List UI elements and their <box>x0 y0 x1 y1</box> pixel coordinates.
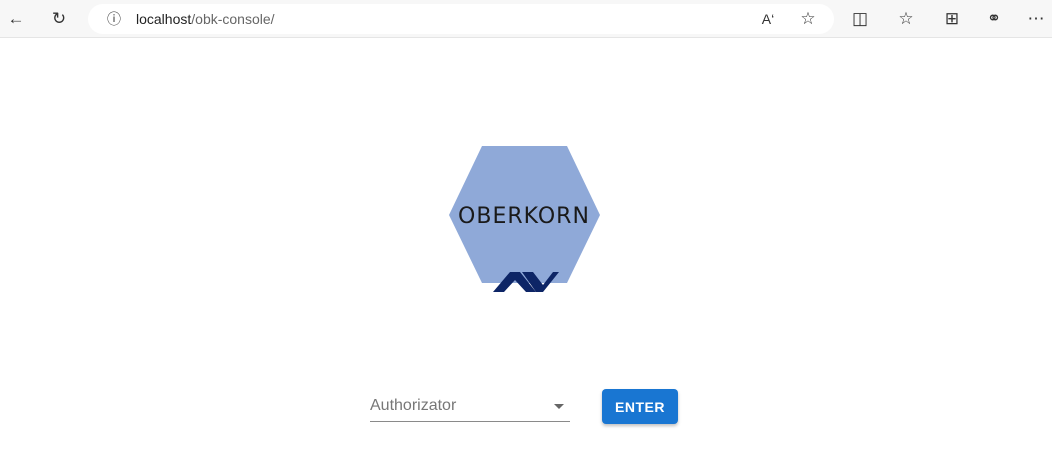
favorites-icon[interactable]: ☆ <box>894 7 918 31</box>
browser-toolbar: ← ↻ ⓘ localhost/obk-console/ A‘ ☆ ◫ ☆ ⊞ … <box>0 0 1052 38</box>
enter-button[interactable]: ENTER <box>602 389 678 424</box>
address-bar[interactable]: ⓘ localhost/obk-console/ A‘ ☆ <box>88 4 834 34</box>
back-icon[interactable]: ← <box>4 7 28 31</box>
collections-icon[interactable]: ⊞ <box>940 7 964 31</box>
refresh-icon[interactable]: ↻ <box>47 7 71 31</box>
info-icon[interactable]: ⓘ <box>102 7 126 31</box>
logo-text: OBERKORN <box>458 204 590 229</box>
authorizator-label: Authorizator <box>370 397 457 414</box>
url-host: localhost <box>136 11 192 27</box>
authorizator-select[interactable]: Authorizator <box>370 392 570 422</box>
oberkorn-logo: OBERKORN <box>449 146 600 292</box>
dropdown-arrow-icon <box>554 404 564 409</box>
split-screen-icon[interactable]: ◫ <box>848 7 872 31</box>
read-aloud-icon[interactable]: A‘ <box>756 7 780 31</box>
favorite-star-icon[interactable]: ☆ <box>796 7 820 31</box>
more-icon[interactable]: ⋯ <box>1024 7 1048 31</box>
url-path: /obk-console/ <box>191 11 275 27</box>
feedback-icon[interactable]: ⚭ <box>982 7 1006 31</box>
